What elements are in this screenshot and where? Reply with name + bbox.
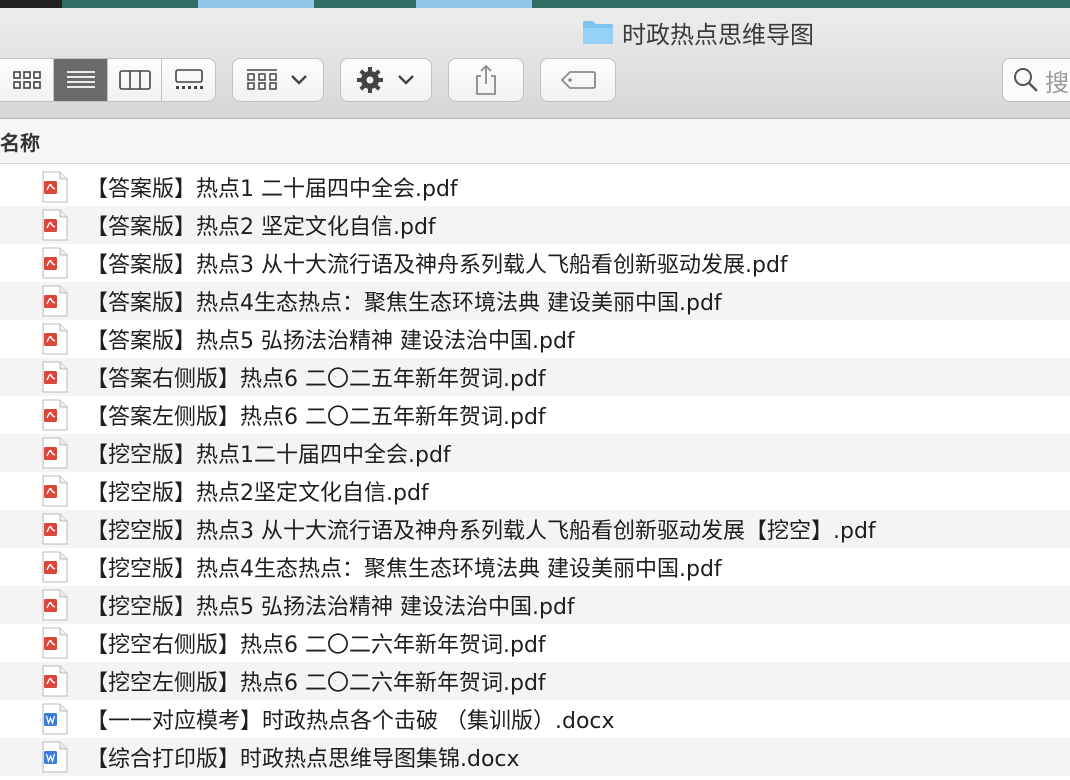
file-row[interactable]: 【答案版】热点1 二十届四中全会.pdf xyxy=(0,168,1070,206)
file-row[interactable]: 【挖空左侧版】热点6 二〇二六年新年贺词.pdf xyxy=(0,662,1070,700)
view-mode-group xyxy=(0,58,216,102)
pdf-file-icon xyxy=(42,399,68,431)
word-document-icon xyxy=(42,703,68,735)
pdf-file-icon xyxy=(42,513,68,545)
pdf-file-icon xyxy=(42,437,68,469)
file-row[interactable]: 【答案版】热点2 坚定文化自信.pdf xyxy=(0,206,1070,244)
window-titlebar: 时政热点思维导图 xyxy=(0,14,1070,50)
pdf-file-icon xyxy=(42,247,68,279)
file-list: 【答案版】热点1 二十届四中全会.pdf 【答案版】热点2 坚定文化自信.pdf… xyxy=(0,168,1070,776)
chevron-down-icon xyxy=(291,75,307,85)
share-icon xyxy=(476,64,496,95)
search-icon xyxy=(1014,68,1038,92)
file-row[interactable]: 【答案版】热点3 从十大流行语及神舟系列载人飞船看创新驱动发展.pdf xyxy=(0,244,1070,282)
toolbar: 搜 xyxy=(0,58,1070,104)
file-name: 【答案版】热点3 从十大流行语及神舟系列载人飞船看创新驱动发展.pdf xyxy=(86,253,788,278)
file-row[interactable]: 【挖空版】热点4生态热点：聚焦生态环境法典 建设美丽中国.pdf xyxy=(0,548,1070,586)
file-row[interactable]: 【挖空版】热点3 从十大流行语及神舟系列载人飞船看创新驱动发展【挖空】.pdf xyxy=(0,510,1070,548)
file-row[interactable]: 【挖空版】热点1二十届四中全会.pdf xyxy=(0,434,1070,472)
file-name: 【挖空版】热点2坚定文化自信.pdf xyxy=(86,481,429,506)
pdf-file-icon xyxy=(42,589,68,621)
gallery-icon xyxy=(174,69,203,89)
search-placeholder: 搜 xyxy=(1045,68,1069,97)
action-menu-button[interactable] xyxy=(340,58,432,102)
group-grid-icon xyxy=(247,69,277,90)
word-document-icon xyxy=(42,741,68,773)
file-name: 【一一对应模考】时政热点各个击破 （集训版）.docx xyxy=(86,709,615,734)
file-name: 【答案版】热点1 二十届四中全会.pdf xyxy=(86,177,458,202)
file-name: 【挖空版】热点3 从十大流行语及神舟系列载人飞船看创新驱动发展【挖空】.pdf xyxy=(86,519,876,544)
group-by-button[interactable] xyxy=(232,58,324,102)
pdf-file-icon xyxy=(42,665,68,697)
file-row[interactable]: 【答案版】热点4生态热点：聚焦生态环境法典 建设美丽中国.pdf xyxy=(0,282,1070,320)
file-name: 【综合打印版】时政热点思维导图集锦.docx xyxy=(86,747,520,772)
tab-strip-segment xyxy=(416,0,532,8)
file-row[interactable]: 【答案右侧版】热点6 二〇二五年新年贺词.pdf xyxy=(0,358,1070,396)
file-name: 【答案版】热点4生态热点：聚焦生态环境法典 建设美丽中国.pdf xyxy=(86,291,722,316)
column-header: 名称 xyxy=(0,119,1070,164)
gear-icon xyxy=(357,67,383,93)
file-name: 【挖空版】热点1二十届四中全会.pdf xyxy=(86,443,451,468)
pdf-file-icon xyxy=(42,209,68,241)
tags-button[interactable] xyxy=(540,58,616,102)
finder-toolbar-area: 时政热点思维导图 搜 xyxy=(0,8,1070,119)
grid-icon xyxy=(12,71,41,89)
tab-strip-segment xyxy=(0,0,62,8)
file-row[interactable]: 【综合打印版】时政热点思维导图集锦.docx xyxy=(0,738,1070,776)
pdf-file-icon xyxy=(42,551,68,583)
name-column-header[interactable]: 名称 xyxy=(0,127,40,156)
pdf-file-icon xyxy=(42,323,68,355)
list-view-button[interactable] xyxy=(54,59,108,101)
file-row[interactable]: 【挖空版】热点2坚定文化自信.pdf xyxy=(0,472,1070,510)
gallery-view-button[interactable] xyxy=(162,59,215,101)
icon-view-button[interactable] xyxy=(0,59,54,101)
folder-icon xyxy=(583,21,613,44)
list-icon xyxy=(66,71,95,88)
tab-strip-segment xyxy=(198,0,314,8)
file-name: 【答案版】热点5 弘扬法治精神 建设法治中国.pdf xyxy=(86,329,575,354)
file-name: 【挖空版】热点4生态热点：聚焦生态环境法典 建设美丽中国.pdf xyxy=(86,557,722,582)
column-view-button[interactable] xyxy=(108,59,162,101)
file-name: 【答案左侧版】热点6 二〇二五年新年贺词.pdf xyxy=(86,405,546,430)
file-name: 【挖空版】热点5 弘扬法治精神 建设法治中国.pdf xyxy=(86,595,575,620)
file-row[interactable]: 【答案左侧版】热点6 二〇二五年新年贺词.pdf xyxy=(0,396,1070,434)
file-row[interactable]: 【答案版】热点5 弘扬法治精神 建设法治中国.pdf xyxy=(0,320,1070,358)
chevron-down-icon xyxy=(398,75,414,85)
file-row[interactable]: 【挖空版】热点5 弘扬法治精神 建设法治中国.pdf xyxy=(0,586,1070,624)
file-name: 【答案版】热点2 坚定文化自信.pdf xyxy=(86,215,436,240)
file-name: 【答案右侧版】热点6 二〇二五年新年贺词.pdf xyxy=(86,367,546,392)
pdf-file-icon xyxy=(42,361,68,393)
file-name: 【挖空左侧版】热点6 二〇二六年新年贺词.pdf xyxy=(86,671,546,696)
share-button[interactable] xyxy=(448,58,524,102)
pdf-file-icon xyxy=(42,627,68,659)
window-title: 时政热点思维导图 xyxy=(622,20,814,49)
file-name: 【挖空右侧版】热点6 二〇二六年新年贺词.pdf xyxy=(86,633,546,658)
search-field[interactable]: 搜 xyxy=(1002,58,1070,102)
pdf-file-icon xyxy=(42,475,68,507)
window-tab-strip xyxy=(0,0,1070,8)
pdf-file-icon xyxy=(42,285,68,317)
file-row[interactable]: 【一一对应模考】时政热点各个击破 （集训版）.docx xyxy=(0,700,1070,738)
pdf-file-icon xyxy=(42,171,68,203)
file-row[interactable]: 【挖空右侧版】热点6 二〇二六年新年贺词.pdf xyxy=(0,624,1070,662)
columns-icon xyxy=(118,70,151,90)
tag-icon xyxy=(560,71,596,89)
